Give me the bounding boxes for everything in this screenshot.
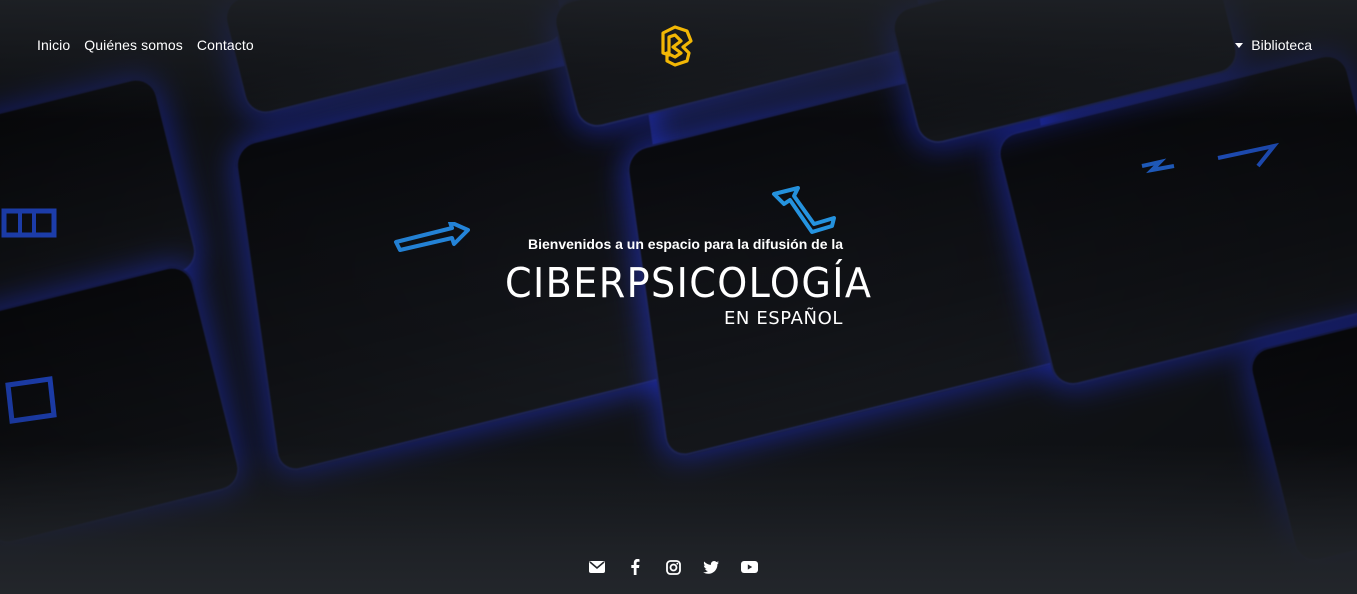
library-dropdown-label: Biblioteca	[1251, 37, 1312, 53]
caret-down-icon	[1235, 42, 1244, 48]
instagram-icon[interactable]	[664, 558, 682, 576]
nav-link-inicio[interactable]: Inicio	[37, 37, 70, 53]
subtitle: EN ESPAÑOL	[723, 308, 843, 329]
main-title: CIBERPSICOLOGÍA	[505, 259, 873, 307]
library-dropdown[interactable]: Biblioteca	[1235, 37, 1312, 53]
cp-logo-icon[interactable]	[657, 25, 695, 67]
youtube-icon[interactable]	[740, 558, 758, 576]
envelope-icon[interactable]	[588, 558, 606, 576]
nav-link-quienes-somos[interactable]: Quiénes somos	[84, 37, 183, 53]
facebook-icon[interactable]	[626, 558, 644, 576]
social-links	[588, 558, 758, 576]
nav-link-contacto[interactable]: Contacto	[197, 37, 254, 53]
twitter-icon[interactable]	[702, 558, 720, 576]
welcome-text: Bienvenidos a un espacio para la difusió…	[528, 236, 844, 252]
main-navigation: Inicio Quiénes somos Contacto	[37, 37, 254, 53]
